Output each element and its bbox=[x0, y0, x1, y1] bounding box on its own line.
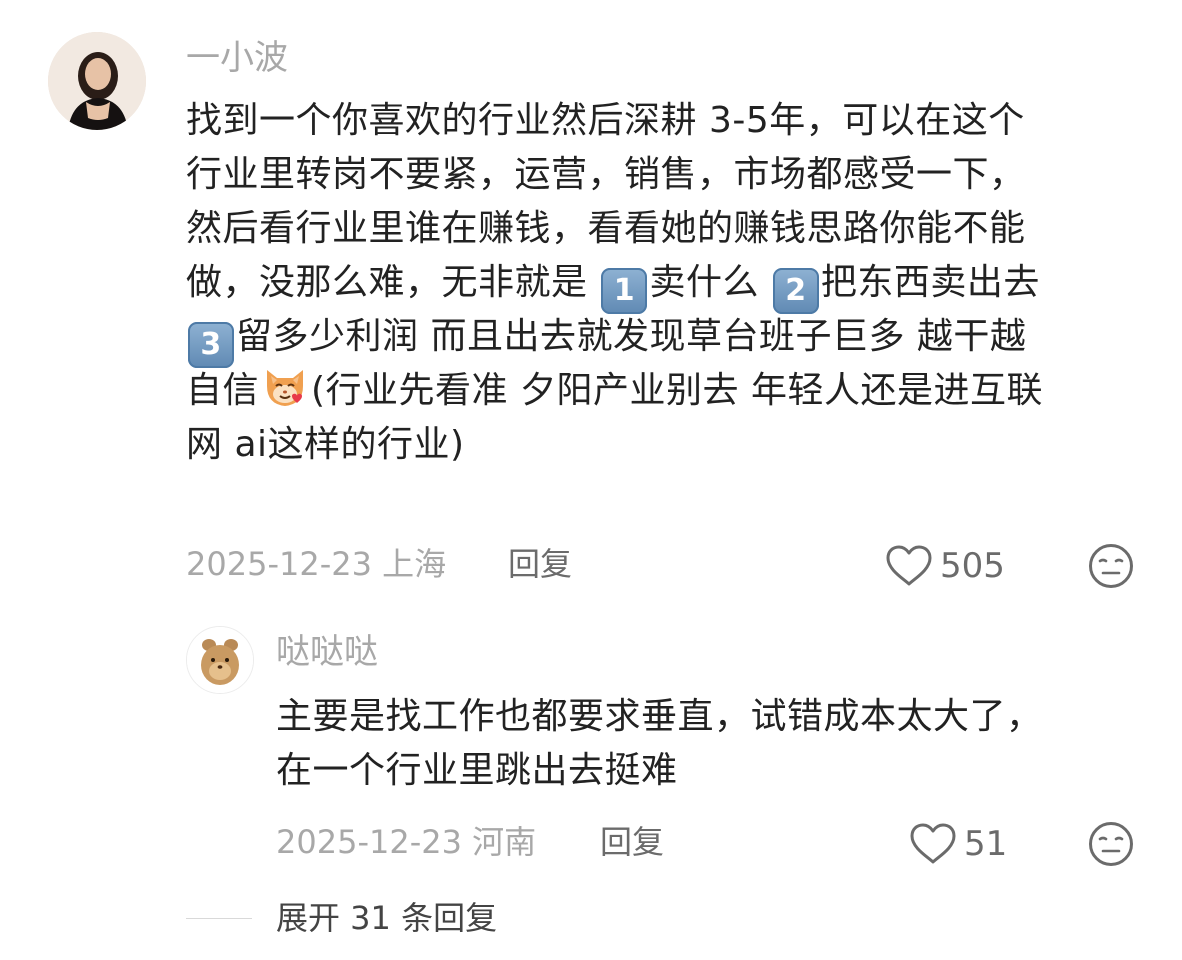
reply-reply-button[interactable]: 回复 bbox=[600, 822, 664, 862]
comment-date: 2025-12-23 bbox=[186, 545, 372, 583]
heart-outline-icon bbox=[910, 823, 956, 864]
like-button[interactable]: 505 bbox=[884, 544, 1005, 588]
comment-line: 找到一个你喜欢的行业然后深耕 3-5年，可以在这个 bbox=[186, 100, 1025, 141]
comment-text-segment: 把东西卖出去 bbox=[820, 262, 1040, 303]
keycap-2-emoji: 2 bbox=[772, 268, 819, 314]
neutral-face-icon[interactable] bbox=[1088, 821, 1134, 867]
comment-text-segment: 卖什么 bbox=[649, 262, 771, 303]
comment-text-segment: (行业先看准 夕阳产业别去 年轻人还是进互联 bbox=[311, 370, 1043, 411]
reply-avatar[interactable] bbox=[186, 626, 254, 694]
keycap-1-emoji: 1 bbox=[601, 268, 648, 314]
reply-line: 在一个行业里跳出去挺难 bbox=[276, 750, 678, 791]
expand-replies-row: 展开 31 条回复 bbox=[186, 896, 497, 940]
comment-location: 上海 bbox=[382, 545, 447, 583]
cat-heart-emoji bbox=[261, 364, 309, 410]
comment-username[interactable]: 一小波 bbox=[186, 38, 288, 78]
comment-line: 行业里转岗不要紧，运营，销售，市场都感受一下， bbox=[186, 154, 1026, 195]
comment-text-segment: 自信 bbox=[186, 370, 260, 411]
comment-text-segment: 做，没那么难，无非就是 bbox=[186, 262, 600, 303]
reply-meta: 2025-12-23 河南 bbox=[276, 822, 536, 862]
comment-meta: 2025-12-23 上海 bbox=[186, 544, 446, 584]
avatar[interactable] bbox=[48, 32, 146, 130]
reply-like-count: 51 bbox=[964, 824, 1008, 864]
expand-replies-button[interactable]: 展开 31 条回复 bbox=[276, 898, 497, 938]
reply-text: 主要是找工作也都要求垂直，试错成本太大了， 在一个行业里跳出去挺难 bbox=[276, 690, 1043, 798]
comment-line: 然后看行业里谁在赚钱，看看她的赚钱思路你能不能 bbox=[186, 208, 1026, 249]
comment-text: 找到一个你喜欢的行业然后深耕 3-5年，可以在这个 行业里转岗不要紧，运营，销售… bbox=[186, 94, 1043, 472]
comment-line: 自信 (行业先看准 夕阳产业别去 年轻人还是进互联 bbox=[186, 364, 1043, 418]
reply-avatar-image bbox=[187, 627, 253, 693]
reply-location: 河南 bbox=[472, 823, 537, 861]
comment-line: 网 ai这样的行业) bbox=[186, 424, 465, 465]
divider-line bbox=[186, 917, 252, 919]
reply-line: 主要是找工作也都要求垂直，试错成本太大了， bbox=[276, 696, 1043, 737]
like-count: 505 bbox=[940, 546, 1005, 586]
comment-line: 3 留多少利润 而且出去就发现草台班子巨多 越干越 bbox=[186, 310, 1043, 368]
reply-button[interactable]: 回复 bbox=[508, 544, 572, 584]
heart-outline-icon bbox=[886, 545, 932, 586]
avatar-image bbox=[48, 32, 146, 130]
comment-line: 做，没那么难，无非就是 1 卖什么 2 把东西卖出去 bbox=[186, 256, 1043, 314]
reply-like-button[interactable]: 51 bbox=[908, 822, 1007, 866]
keycap-3-emoji: 3 bbox=[188, 322, 234, 368]
comment-text-segment: 留多少利润 而且出去就发现草台班子巨多 越干越 bbox=[236, 316, 1027, 357]
neutral-face-icon[interactable] bbox=[1088, 543, 1134, 589]
reply-date: 2025-12-23 bbox=[276, 823, 462, 861]
reply-username[interactable]: 哒哒哒 bbox=[276, 632, 378, 672]
